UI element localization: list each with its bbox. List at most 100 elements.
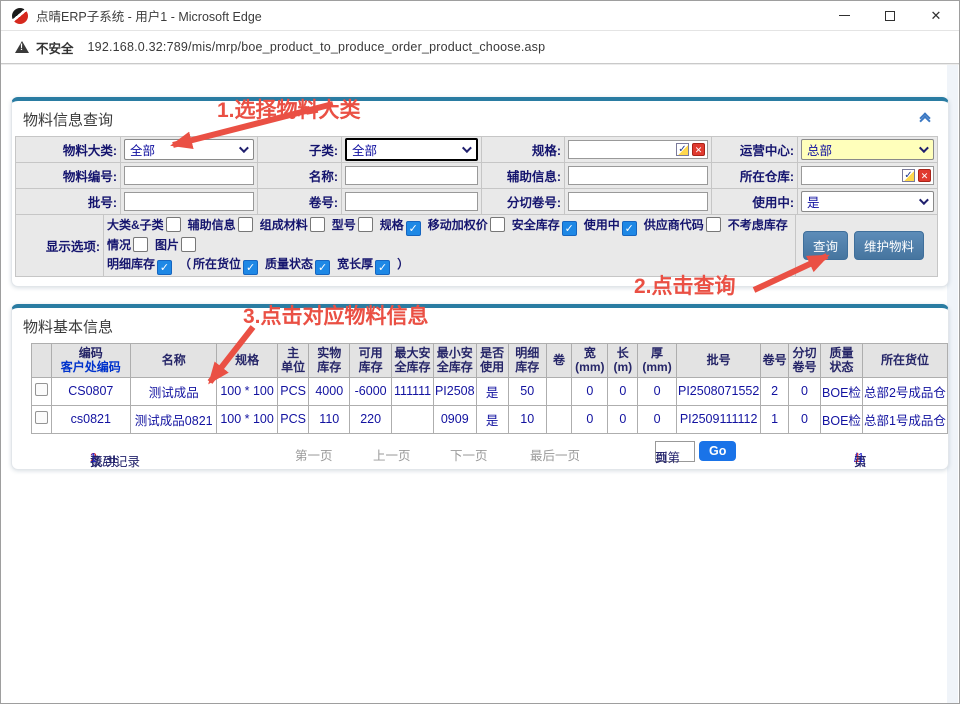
window-title: 点晴ERP子系统 - 用户1 - Microsoft Edge [36,6,821,25]
clear-icon[interactable]: ✕ [918,169,931,182]
in-use-select[interactable]: 是 [801,191,934,212]
checkbox-checked[interactable]: ✓ [315,260,330,275]
address-bar[interactable]: 不安全 192.168.0.32:789/mis/mrp/boe_product… [1,31,959,64]
table-cell[interactable]: -6000 [350,377,392,405]
checkbox-checked[interactable]: ✓ [562,221,577,236]
table-cell[interactable]: CS0807 [51,377,131,405]
picker-icon[interactable]: ✓ [676,143,689,156]
display-option: 大类&子类 [107,218,188,232]
checkbox-checked[interactable]: ✓ [622,221,637,236]
table-cell[interactable] [546,405,571,433]
table-cell[interactable]: 110 [309,405,350,433]
table-cell[interactable]: 0 [608,377,638,405]
checkbox-checked[interactable]: ✓ [157,260,172,275]
subcategory-select[interactable]: 全部 [345,138,478,161]
search-button[interactable]: 查询 [803,231,848,260]
table-cell[interactable]: 2 [761,377,789,405]
table-cell[interactable]: 220 [350,405,392,433]
name-input[interactable] [345,166,478,185]
checkbox-unchecked[interactable] [166,217,181,232]
display-option: 规格✓ [380,218,428,232]
table-cell[interactable]: 4000 [309,377,350,405]
table-cell[interactable]: 0 [572,377,608,405]
table-cell[interactable]: 0 [788,405,820,433]
maximize-button[interactable] [867,1,913,31]
table-cell[interactable]: PI2509111112 [676,405,760,433]
column-header: 规格 [217,344,277,378]
table-cell[interactable]: 0 [638,405,677,433]
checkbox-unchecked[interactable] [238,217,253,232]
field-label: 辅助信息: [482,163,565,189]
table-cell[interactable]: 50 [508,377,546,405]
table-cell[interactable]: 10 [508,405,546,433]
aux-info-input[interactable] [568,166,708,185]
field-label: 物料编号: [16,163,121,189]
last-page-link[interactable]: 最后一页 [530,445,580,464]
row-checkbox[interactable] [35,411,48,424]
url-text[interactable]: 192.168.0.32:789/mis/mrp/boe_product_to_… [88,40,546,54]
checkbox-unchecked[interactable] [310,217,325,232]
checkbox-checked[interactable]: ✓ [243,260,258,275]
table-cell[interactable]: 1 [761,405,789,433]
table-cell[interactable]: 是 [476,405,508,433]
checkbox-unchecked[interactable] [133,237,148,252]
next-page-link[interactable]: 下一页 [450,445,488,464]
table-cell[interactable]: 测试成品 [131,377,217,405]
checkbox-checked[interactable]: ✓ [375,260,390,275]
table-cell[interactable]: 是 [476,377,508,405]
column-header: 质量状态 [821,344,863,378]
table-cell[interactable]: PI2508 [433,377,476,405]
table-cell[interactable]: 0 [638,377,677,405]
table-cell[interactable]: BOE检 [821,377,863,405]
display-option: 所在货位✓ [193,257,265,271]
go-button[interactable]: Go [699,441,736,461]
table-cell[interactable]: PI2508071552 [676,377,760,405]
table-cell[interactable]: 总部1号成品仓 [862,405,947,433]
table-cell[interactable] [392,405,434,433]
table-cell[interactable]: 100 * 100 [217,377,277,405]
column-header: 厚(mm) [638,344,677,378]
checkbox-unchecked[interactable] [181,237,196,252]
checkbox-unchecked[interactable] [490,217,505,232]
table-cell[interactable]: PCS [277,377,309,405]
maintain-material-button[interactable]: 维护物料 [854,231,924,260]
checkbox-unchecked[interactable] [358,217,373,232]
table-cell[interactable]: PCS [277,405,309,433]
material-code-input[interactable] [124,166,254,185]
table-cell[interactable]: 111111 [392,377,434,405]
checkbox-checked[interactable]: ✓ [406,221,421,236]
display-option: 供应商代码 [644,218,728,232]
column-header: 最小安全库存 [433,344,476,378]
table-cell[interactable]: BOE检 [821,405,863,433]
checkbox-unchecked[interactable] [706,217,721,232]
picker-icon[interactable]: ✓ [902,169,915,182]
close-button[interactable]: ✕ [913,1,959,31]
table-cell[interactable]: 测试成品0821 [131,405,217,433]
table-cell[interactable]: 100 * 100 [217,405,277,433]
annotation-step3: 3.点击对应物料信息 [243,300,429,330]
option-label: 移动加权价 [428,218,488,232]
split-roll-no-input[interactable] [568,192,708,211]
batch-input[interactable] [124,192,254,211]
table-cell[interactable]: 0 [608,405,638,433]
minimize-button[interactable] [821,1,867,31]
prev-page-link[interactable]: 上一页 [373,445,411,464]
table-cell[interactable]: 0909 [433,405,476,433]
table-cell[interactable]: 0 [572,405,608,433]
paren-text: ） [397,257,409,271]
collapse-panel-button[interactable] [918,114,932,126]
roll-no-input[interactable] [345,192,478,211]
table-row[interactable]: CS0807测试成品100 * 100PCS4000-6000111111PI2… [32,377,948,405]
first-page-link[interactable]: 第一页 [295,445,333,464]
column-header: 卷号 [761,344,789,378]
table-row[interactable]: cs0821测试成品0821100 * 100PCS1102200909是100… [32,405,948,433]
row-checkbox[interactable] [35,383,48,396]
operation-center-select[interactable]: 总部 [801,139,934,160]
material-category-select[interactable]: 全部 [124,139,254,160]
clear-icon[interactable]: ✕ [692,143,705,156]
row-select-cell [32,405,52,433]
table-cell[interactable] [546,377,571,405]
table-cell[interactable]: 0 [788,377,820,405]
table-cell[interactable]: cs0821 [51,405,131,433]
table-cell[interactable]: 总部2号成品仓 [862,377,947,405]
